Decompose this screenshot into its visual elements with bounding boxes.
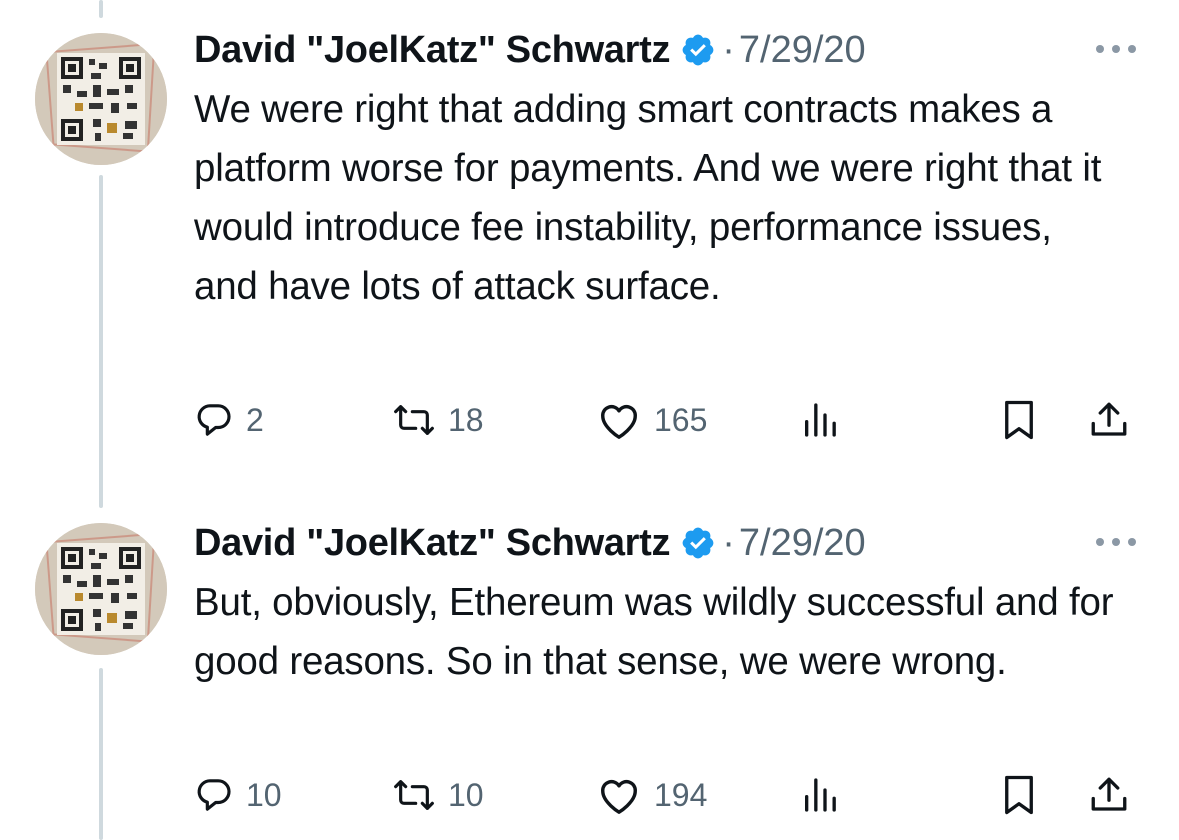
- like-icon: [596, 774, 642, 816]
- bookmark-button[interactable]: [1000, 770, 1038, 820]
- retweet-count: 10: [448, 776, 484, 813]
- avatar[interactable]: [35, 33, 167, 165]
- more-icon[interactable]: [1091, 522, 1141, 562]
- reply-button[interactable]: 10: [194, 770, 282, 820]
- retweet-count: 18: [448, 401, 484, 438]
- reply-count: 10: [246, 776, 282, 813]
- verified-badge-icon: [680, 32, 716, 68]
- bookmark-icon: [1000, 399, 1038, 441]
- reply-button[interactable]: 2: [194, 395, 264, 445]
- share-button[interactable]: [1088, 770, 1130, 820]
- retweet-button[interactable]: 10: [392, 770, 484, 820]
- retweet-button[interactable]: 18: [392, 395, 484, 445]
- tweet-actions: 2 18 165: [194, 395, 1144, 445]
- retweet-icon: [392, 400, 436, 440]
- tweet-text: But, obviously, Ethereum was wildly succ…: [194, 581, 1114, 683]
- reply-count: 2: [246, 401, 264, 438]
- retweet-icon: [392, 775, 436, 815]
- tweet-header: David "JoelKatz" Schwartz · 7/29/20: [194, 518, 866, 568]
- share-icon: [1088, 774, 1130, 816]
- share-icon: [1088, 399, 1130, 441]
- verified-badge-icon: [680, 525, 716, 561]
- tweet-header: David "JoelKatz" Schwartz · 7/29/20: [194, 25, 866, 75]
- author-name[interactable]: David "JoelKatz" Schwartz: [194, 29, 671, 72]
- separator: ·: [722, 28, 735, 71]
- share-button[interactable]: [1088, 395, 1130, 445]
- reply-icon: [194, 775, 234, 815]
- like-button[interactable]: 165: [596, 395, 707, 445]
- author-name[interactable]: David "JoelKatz" Schwartz: [194, 522, 671, 565]
- avatar[interactable]: [35, 523, 167, 655]
- thread-line-bottom: [99, 668, 103, 840]
- views-button[interactable]: [800, 770, 840, 820]
- views-icon: [800, 775, 840, 815]
- bookmark-button[interactable]: [1000, 395, 1038, 445]
- more-icon[interactable]: [1091, 29, 1141, 69]
- bookmark-icon: [1000, 774, 1038, 816]
- tweet-date[interactable]: 7/29/20: [739, 29, 866, 72]
- thread-line-middle: [99, 175, 103, 508]
- like-button[interactable]: 194: [596, 770, 707, 820]
- views-button[interactable]: [800, 395, 840, 445]
- tweet-date[interactable]: 7/29/20: [739, 522, 866, 565]
- like-count: 194: [654, 776, 708, 813]
- like-count: 165: [654, 401, 708, 438]
- tweet-text: We were right that adding smart contract…: [194, 88, 1102, 308]
- views-icon: [800, 400, 840, 440]
- reply-icon: [194, 400, 234, 440]
- thread-line-top: [99, 0, 103, 18]
- separator: ·: [722, 521, 735, 564]
- tweet-actions: 10 10 194: [194, 770, 1144, 820]
- like-icon: [596, 399, 642, 441]
